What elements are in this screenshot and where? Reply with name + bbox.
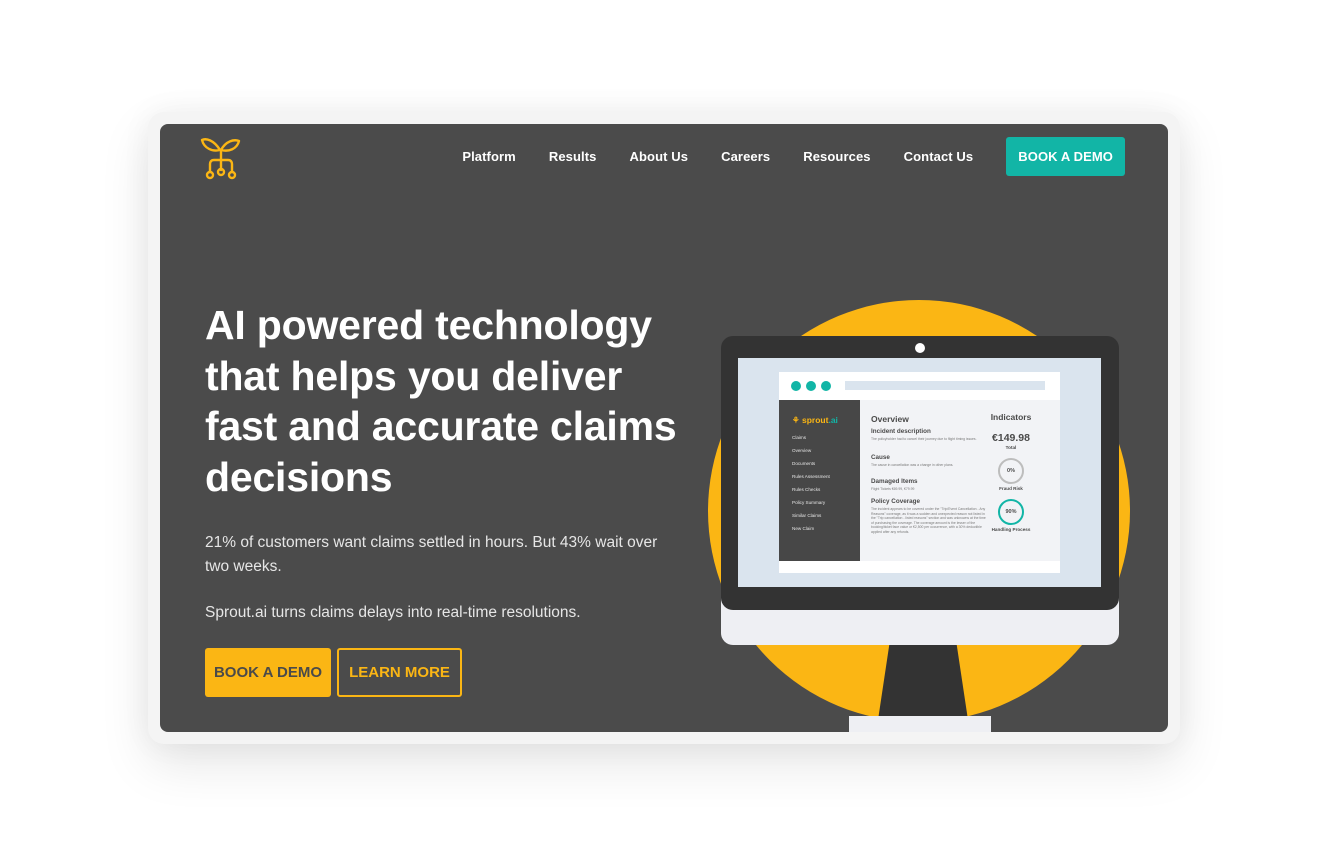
app-nav-item: Rules Checks — [792, 487, 821, 492]
app-nav-item: New Claim — [792, 526, 815, 531]
hero-stat-text: 21% of customers want claims settled in … — [205, 534, 658, 575]
app-main-panel: Overview Incident description The policy… — [860, 400, 1060, 561]
fraud-risk-gauge: 0% — [998, 458, 1024, 484]
app-nav: Claims Overview Documents Rules Assessme… — [792, 435, 830, 539]
hero-headline: AI powered technology that helps you del… — [205, 302, 677, 500]
app-brand: ⚘ sprout.ai — [792, 415, 838, 425]
app-nav-item: Similar Claims — [792, 513, 822, 518]
indicators-title: Indicators — [990, 412, 1032, 422]
overview-title: Overview — [871, 414, 909, 424]
address-bar — [845, 381, 1045, 390]
damaged-items-section: Damaged Items Flight Tickets €69.99, €79… — [871, 478, 918, 491]
main-nav: Platform Results About Us Careers Resour… — [462, 137, 1125, 176]
total-value: €149.98 — [992, 432, 1030, 444]
handling-gauge: 90% — [998, 499, 1024, 525]
app-nav-item: Rules Assessment — [792, 474, 830, 479]
cause-section: Cause The cause in cancellation was a ch… — [871, 454, 954, 467]
nav-item-resources[interactable]: Resources — [803, 149, 870, 164]
sprout-logo-icon[interactable] — [200, 134, 242, 180]
monitor-illustration: ⚘ sprout.ai Claims Overview Documents Ru… — [721, 336, 1119, 610]
book-demo-button[interactable]: BOOK A DEMO — [205, 648, 331, 697]
monitor-stand-base — [849, 716, 991, 732]
indicators-panel: Indicators €149.98 Total 0% Fraud Risk 9… — [978, 412, 1044, 533]
incident-section: Incident description The policyholder ha… — [871, 428, 977, 441]
app-sidebar: ⚘ sprout.ai Claims Overview Documents Ru… — [779, 400, 860, 561]
window-dots — [791, 381, 836, 391]
app-window: ⚘ sprout.ai Claims Overview Documents Ru… — [779, 372, 1060, 573]
landing-page: Platform Results About Us Careers Resour… — [160, 124, 1168, 732]
nav-item-platform[interactable]: Platform — [462, 149, 516, 164]
policy-coverage-section: Policy Coverage The incident appears to … — [871, 498, 986, 534]
total-label: Total — [1005, 445, 1017, 450]
nav-item-results[interactable]: Results — [549, 149, 597, 164]
hero-subtext: Sprout.ai turns claims delays into real-… — [205, 604, 581, 621]
app-nav-item: Documents — [792, 461, 816, 466]
app-logo-icon: ⚘ — [792, 415, 800, 425]
nav-item-about-us[interactable]: About Us — [630, 149, 689, 164]
nav-item-contact-us[interactable]: Contact Us — [904, 149, 974, 164]
learn-more-button[interactable]: LEARN MORE — [337, 648, 462, 697]
app-nav-item: Overview — [792, 448, 812, 453]
monitor-screen: ⚘ sprout.ai Claims Overview Documents Ru… — [738, 358, 1101, 587]
fraud-risk-label: Fraud Risk — [999, 486, 1023, 491]
handling-label: Handling Process — [991, 527, 1031, 532]
nav-book-demo-button[interactable]: BOOK A DEMO — [1006, 137, 1125, 176]
app-nav-item: Policy Summary — [792, 500, 826, 505]
nav-item-careers[interactable]: Careers — [721, 149, 770, 164]
app-nav-item: Claims — [792, 435, 807, 440]
camera-dot — [915, 343, 925, 353]
